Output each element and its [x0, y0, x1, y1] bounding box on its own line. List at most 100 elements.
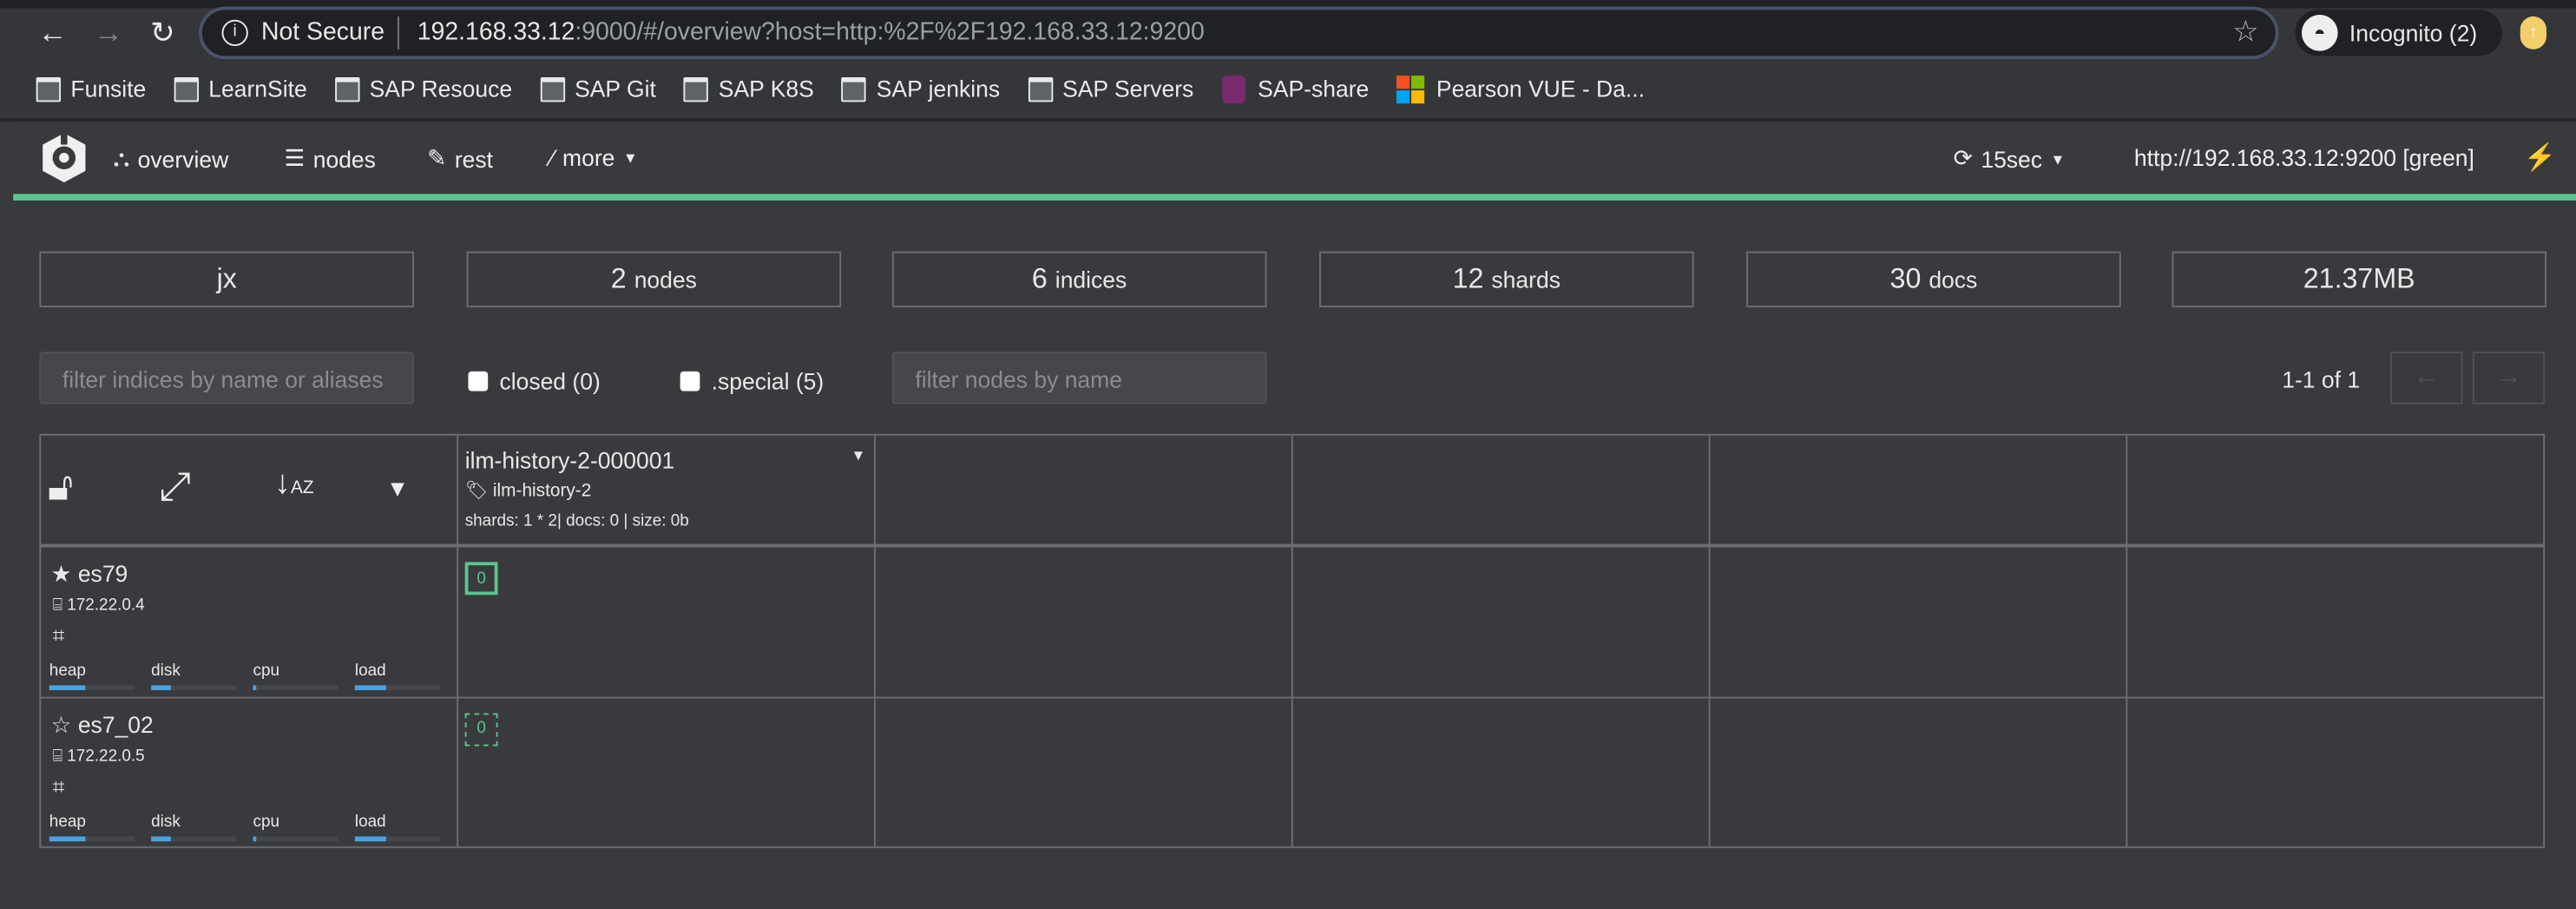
back-icon[interactable]: ← [33, 13, 72, 52]
reload-icon[interactable]: ↻ [143, 13, 182, 52]
index-menu-caret-icon[interactable]: ▼ [851, 447, 866, 464]
star-outline-icon: ☆ [50, 711, 72, 738]
folder-icon [841, 76, 867, 102]
bookmark-label: SAP Servers [1062, 76, 1194, 102]
refresh-interval-dropdown[interactable]: ⟳ 15sec ▼ [1954, 145, 2066, 173]
sort-alpha-icon[interactable]: ↓AZ [274, 465, 314, 504]
microsoft-icon [1396, 75, 1425, 103]
metric-bar-load [354, 685, 441, 691]
bookmark-label: SAP Git [575, 76, 656, 102]
info-icon[interactable]: i [221, 19, 248, 47]
bookmark-item[interactable]: LearnSite [174, 66, 307, 112]
index-info: shards: 1 * 2| docs: 0 | size: 0b [464, 512, 689, 531]
node-name-label: es79 [77, 560, 128, 587]
cerebro-logo-icon[interactable] [39, 131, 89, 184]
node-name[interactable]: ☆ es7_02 [51, 712, 154, 740]
bookmark-label: SAP Resouce [369, 76, 513, 102]
folder-icon [174, 76, 199, 102]
bookmark-item[interactable]: SAP Resouce [334, 66, 513, 112]
metric-label-cpu: cpu [253, 662, 280, 681]
stat-shards: 12 shards [1318, 251, 1694, 307]
nav-overview[interactable]: ⛬ overview [114, 145, 229, 173]
metric-bar-fill [49, 685, 87, 691]
folder-icon [684, 76, 709, 102]
divider [1291, 435, 1293, 846]
stat-label: docs [1929, 266, 1978, 293]
nav-more-label: more [562, 144, 615, 171]
closed-label: closed (0) [499, 368, 601, 395]
metric-bar-fill [151, 685, 171, 691]
folder-icon [334, 76, 360, 102]
incognito-button[interactable]: ◓ Incognito (2) [2295, 10, 2502, 56]
metric-label-heap: heap [49, 813, 86, 832]
bookmark-star-icon[interactable]: ☆ [2232, 15, 2259, 49]
incognito-icon: ◓ [2301, 15, 2338, 51]
address-bar[interactable]: i Not Secure 192.168.33.12:9000/#/overvi… [201, 10, 2276, 56]
index-alias: 🏷︎ ilm-history-2 [465, 480, 592, 502]
server-icon: ☰ [284, 144, 306, 171]
hdd-icon: ⌸ [52, 748, 62, 767]
caret-down-icon: ▼ [2050, 150, 2066, 168]
app-navbar: ⛬ overview ☰ nodes ✎ rest ⁄ more ▼ ⟳ 15sec ▼ ht… [13, 122, 2576, 194]
prev-page-button[interactable]: ← [2390, 352, 2463, 405]
unlock-icon[interactable]: 🔓︎ [48, 465, 73, 511]
bookmark-item[interactable]: Funsite [36, 66, 147, 112]
bookmark-item[interactable]: SAP Servers [1028, 66, 1193, 112]
browser-toolbar: ← → ↻ i Not Secure 192.168.33.12:9000/#/… [0, 0, 2576, 119]
bookmark-item[interactable]: SAP-share [1221, 66, 1369, 112]
stat-label: indices [1055, 266, 1127, 293]
bookmark-item[interactable]: SAP Git [540, 66, 656, 112]
tab-strip [0, 0, 2576, 9]
shard-primary[interactable]: 0 [464, 562, 498, 596]
nav-overview-label: overview [137, 145, 229, 172]
caret-down-icon[interactable]: ▼ [386, 475, 409, 501]
special-label: .special (5) [711, 368, 825, 395]
divider [398, 16, 399, 49]
expand-icon[interactable]: ⤢ [160, 465, 191, 511]
stat-label: nodes [634, 266, 697, 293]
stat-value: 30 [1889, 262, 1922, 294]
bookmark-label: Pearson VUE - Da... [1436, 76, 1645, 102]
url-text[interactable]: 192.168.33.12:9000/#/overview?host=http:… [417, 18, 1205, 46]
bookmark-label: Funsite [70, 76, 147, 102]
incognito-label: Incognito (2) [2349, 19, 2478, 47]
closed-checkbox[interactable]: closed (0) [468, 368, 601, 395]
node-name[interactable]: ★ es79 [51, 560, 128, 588]
bookmarks-bar: Funsite LearnSite SAP Resouce SAP Git SAP K8… [0, 66, 1672, 112]
divider [1708, 435, 1711, 846]
metric-bar-heap [49, 685, 135, 691]
filter-indices-input[interactable]: filter indices by name or aliases [39, 352, 415, 405]
nav-more-dropdown[interactable]: ⁄ more ▼ [550, 145, 638, 171]
nav-nodes[interactable]: ☰ nodes [284, 145, 375, 173]
metric-bar-fill [151, 836, 171, 842]
update-icon[interactable]: ↑ [2520, 16, 2546, 49]
nav-rest[interactable]: ✎ rest [427, 145, 493, 173]
forward-icon[interactable]: → [89, 13, 128, 52]
index-name[interactable]: ilm-history-2-000001 [465, 447, 675, 473]
folder-icon [540, 76, 565, 102]
metric-label-heap: heap [49, 662, 86, 681]
screen: ← → ↻ i Not Secure 192.168.33.12:9000/#/… [0, 0, 2576, 909]
overview-table: 🔓︎ ⤢ ↓AZ ▼ ilm-history-2-000001 ▼ 🏷︎ ilm… [39, 433, 2546, 848]
checkbox[interactable] [468, 371, 489, 392]
filter-nodes-input[interactable]: filter nodes by name [891, 352, 1267, 405]
bookmark-label: LearnSite [208, 76, 307, 102]
cluster-host-link[interactable]: http://192.168.33.12:9200 [green] [2134, 145, 2474, 171]
metric-bar-fill [253, 836, 256, 842]
next-page-button[interactable]: → [2472, 352, 2546, 405]
bookmark-item[interactable]: Pearson VUE - Da... [1396, 66, 1645, 112]
folder-icon [1028, 76, 1053, 102]
shard-replica[interactable]: 0 [464, 713, 498, 747]
node-ip: ⌸ 172.22.0.4 [53, 596, 145, 615]
metric-bar-heap [49, 836, 135, 842]
stat-value: 2 [610, 262, 627, 294]
checkbox[interactable] [680, 371, 700, 392]
bookmark-item[interactable]: SAP K8S [684, 66, 814, 112]
caret-down-icon: ▼ [622, 149, 638, 167]
special-checkbox[interactable]: .special (5) [680, 368, 825, 395]
bookmark-item[interactable]: SAP jenkins [841, 66, 1000, 112]
disconnect-plug-icon[interactable]: ⚡ [2523, 142, 2556, 175]
crop-icon: ⌗ [52, 774, 65, 799]
metric-bar-fill [253, 685, 256, 691]
tag-icon: 🏷︎ [464, 481, 489, 502]
